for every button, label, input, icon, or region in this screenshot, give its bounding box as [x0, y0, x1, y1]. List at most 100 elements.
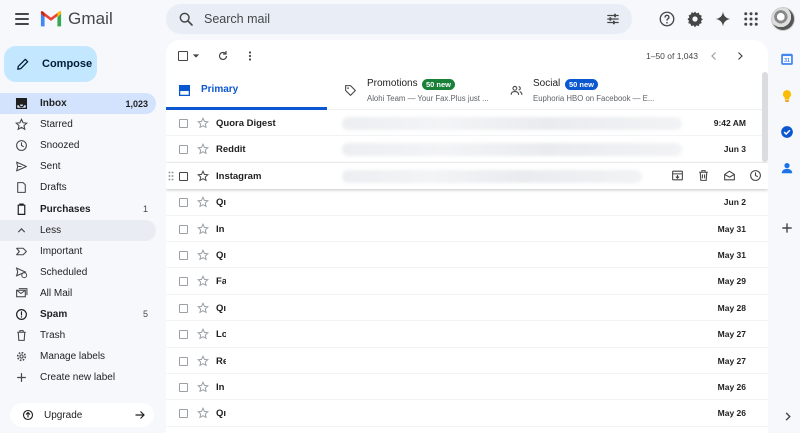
star-toggle-icon[interactable] — [197, 196, 209, 208]
newer-page-icon[interactable] — [708, 50, 720, 62]
star-toggle-icon[interactable] — [197, 249, 209, 261]
sidebar-item-spam[interactable]: Spam 5 — [0, 304, 156, 325]
select-dropdown-icon[interactable] — [192, 50, 200, 62]
star-toggle-icon[interactable] — [197, 354, 209, 367]
email-sender: Reddit — [216, 144, 246, 156]
help-icon[interactable] — [658, 10, 676, 28]
sidebar-item-create-label[interactable]: Create new label — [0, 367, 156, 388]
select-all-checkbox[interactable] — [178, 51, 188, 61]
sidebar-item-purchases[interactable]: Purchases 1 — [0, 198, 156, 219]
star-toggle-icon[interactable] — [197, 407, 209, 419]
star-toggle-icon[interactable] — [197, 328, 209, 340]
email-row[interactable]: Qı Jun 2 — [166, 189, 768, 216]
star-toggle-icon[interactable] — [197, 169, 209, 182]
sidebar-item-snoozed[interactable]: Snoozed — [0, 135, 156, 156]
row-checkbox[interactable] — [179, 171, 188, 181]
pencil-icon — [17, 58, 29, 70]
row-checkbox[interactable] — [179, 382, 188, 392]
email-row[interactable]: Qı May 31 — [166, 241, 768, 269]
sidebar-nav: Inbox 1,023 Starred Snoozed Sent Drafts … — [0, 93, 160, 388]
row-checkbox[interactable] — [179, 224, 188, 234]
mark-read-icon[interactable] — [723, 169, 736, 182]
compose-button[interactable]: Compose — [4, 46, 97, 82]
email-date: May 29 — [717, 276, 746, 287]
row-checkbox[interactable] — [179, 409, 188, 419]
star-toggle-icon[interactable] — [197, 275, 209, 287]
sidebar-item-label: Important — [40, 245, 83, 257]
gemini-sparkle-icon[interactable] — [714, 10, 732, 28]
sidebar-item-all-mail[interactable]: All Mail — [0, 283, 156, 304]
expand-panel-chevron-icon[interactable] — [782, 411, 793, 422]
row-checkbox[interactable] — [179, 145, 188, 155]
email-row[interactable]: Instagram — [166, 162, 768, 190]
compose-label: Compose — [42, 58, 93, 70]
email-row[interactable]: Lo May 27 — [166, 321, 768, 348]
row-checkbox[interactable] — [179, 250, 188, 260]
row-checkbox[interactable] — [179, 277, 188, 287]
sidebar-item-label: Inbox — [40, 98, 67, 110]
delete-icon[interactable] — [697, 169, 710, 182]
sidebar-item-drafts[interactable]: Drafts — [0, 177, 156, 198]
row-checkbox[interactable] — [179, 356, 188, 366]
upgrade-button[interactable]: Upgrade — [10, 403, 154, 427]
tasks-check-icon[interactable] — [780, 125, 794, 139]
star-toggle-icon[interactable] — [197, 143, 209, 155]
sidebar-item-inbox[interactable]: Inbox 1,023 — [0, 93, 156, 115]
settings-gear-icon[interactable] — [686, 10, 704, 28]
tab-primary[interactable]: Primary — [166, 72, 327, 110]
sidebar-toggle-less[interactable]: Less — [0, 219, 156, 241]
main-menu-button[interactable] — [10, 8, 34, 30]
clock-icon — [16, 140, 27, 152]
search-options-icon[interactable] — [606, 12, 620, 26]
email-date: May 28 — [717, 302, 746, 313]
email-row[interactable]: Re May 27 — [166, 347, 768, 374]
email-row[interactable]: Fa May 29 — [166, 268, 768, 295]
row-checkbox[interactable] — [179, 330, 188, 340]
email-date: 9:42 AM — [713, 118, 746, 128]
tab-social[interactable]: Social 50 new Euphoria HBO on Facebook —… — [506, 72, 666, 110]
refresh-icon[interactable] — [217, 50, 229, 62]
sidebar-item-scheduled[interactable]: Scheduled — [0, 262, 156, 283]
email-row[interactable]: In May 31 — [166, 215, 768, 242]
app-title: Gmail — [68, 9, 113, 28]
row-checkbox[interactable] — [179, 198, 188, 208]
tab-promotions[interactable]: Promotions 50 new Alohi Team — Your Fax.… — [336, 72, 496, 110]
star-toggle-icon[interactable] — [197, 301, 209, 314]
plus-icon — [17, 373, 26, 383]
email-row[interactable]: Reddit Jun 3 — [166, 136, 768, 163]
sidebar-item-manage-labels[interactable]: Manage labels — [0, 346, 156, 367]
email-row[interactable]: Qı May 28 — [166, 294, 768, 322]
more-options-icon[interactable] — [244, 50, 256, 62]
snooze-icon[interactable] — [749, 169, 762, 182]
search-bar[interactable] — [166, 4, 632, 34]
row-checkbox[interactable] — [179, 119, 188, 128]
sidebar-item-important[interactable]: Important — [0, 241, 156, 262]
list-scrollbar[interactable] — [762, 72, 768, 162]
apps-grid-icon[interactable] — [742, 10, 760, 28]
archive-icon[interactable] — [671, 169, 684, 182]
account-avatar[interactable] — [771, 7, 795, 31]
sidebar-item-sent[interactable]: Sent — [0, 156, 156, 177]
older-page-icon[interactable] — [734, 50, 746, 62]
add-addon-plus-icon[interactable] — [780, 221, 794, 235]
gmail-logo[interactable]: Gmail — [40, 9, 113, 29]
drag-handle-icon[interactable] — [168, 171, 174, 181]
email-date: May 27 — [717, 329, 746, 340]
email-row[interactable]: Quora Digest 9:42 AM — [166, 110, 768, 137]
star-toggle-icon[interactable] — [197, 380, 209, 393]
tab-promotions-preview: Alohi Team — Your Fax.Plus just ... — [367, 94, 489, 103]
search-input[interactable] — [204, 12, 584, 26]
sidebar-item-starred[interactable]: Starred — [0, 114, 156, 135]
keep-bulb-icon[interactable] — [780, 89, 794, 103]
calendar-icon[interactable]: 31 — [780, 52, 794, 66]
email-row[interactable]: In May 26 — [166, 373, 768, 401]
trash-icon — [17, 330, 26, 341]
email-row[interactable]: Qı May 26 — [166, 400, 768, 427]
search-icon[interactable] — [178, 11, 194, 27]
sidebar-item-trash[interactable]: Trash — [0, 325, 156, 346]
star-toggle-icon[interactable] — [197, 117, 209, 129]
sidebar-item-label: Scheduled — [40, 266, 88, 278]
row-checkbox[interactable] — [179, 303, 188, 313]
star-toggle-icon[interactable] — [197, 222, 209, 235]
contacts-person-icon[interactable] — [780, 161, 794, 175]
